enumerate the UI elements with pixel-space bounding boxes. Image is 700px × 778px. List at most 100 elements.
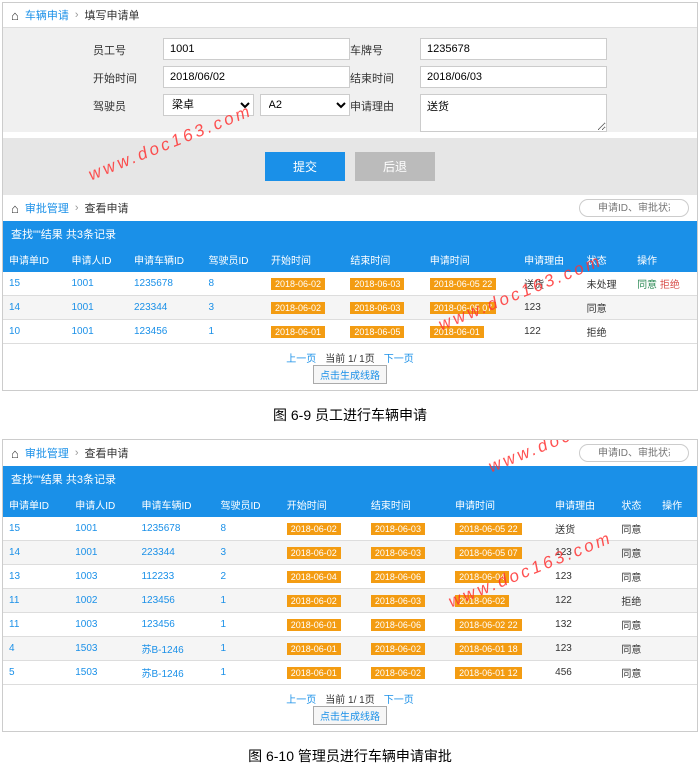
vehicle-link[interactable]: 123456 bbox=[134, 326, 167, 337]
search-input-2[interactable] bbox=[579, 444, 689, 462]
reason-cell: 123 bbox=[549, 541, 615, 565]
chevron-right-icon: › bbox=[75, 447, 79, 459]
apply-id-link[interactable]: 5 bbox=[9, 667, 15, 678]
vehicle-link[interactable]: 123456 bbox=[142, 595, 175, 606]
start-time-badge: 2018-06-02 bbox=[271, 278, 325, 290]
submit-button[interactable]: 提交 bbox=[265, 152, 345, 181]
bc-approve-mgmt-2[interactable]: 审批管理 bbox=[25, 445, 69, 461]
apply-id-link[interactable]: 15 bbox=[9, 523, 20, 534]
vehicle-link[interactable]: 123456 bbox=[142, 619, 175, 630]
vehicle-link[interactable]: 1235678 bbox=[134, 278, 173, 289]
driver-link[interactable]: 3 bbox=[221, 547, 227, 558]
applicant-link[interactable]: 1503 bbox=[75, 643, 97, 654]
start-date-field[interactable] bbox=[163, 66, 350, 88]
next-page[interactable]: 下一页 bbox=[384, 350, 414, 365]
apply-id-link[interactable]: 11 bbox=[9, 619, 19, 630]
col-header: 操作 bbox=[631, 247, 697, 272]
col-header: 操作 bbox=[656, 492, 697, 517]
label-driver: 驾驶员 bbox=[93, 94, 163, 114]
driver-link[interactable]: 3 bbox=[208, 302, 214, 313]
back-button[interactable]: 后退 bbox=[355, 152, 435, 181]
apply-id-link[interactable]: 4 bbox=[9, 643, 15, 654]
reason-cell: 送货 bbox=[518, 272, 580, 296]
applicant-link[interactable]: 1001 bbox=[71, 278, 93, 289]
status-cell: 拒绝 bbox=[581, 320, 631, 344]
reason-cell: 123 bbox=[518, 296, 580, 320]
start-time-badge: 2018-06-02 bbox=[271, 302, 325, 314]
end-time-badge: 2018-06-06 bbox=[371, 571, 425, 583]
breadcrumb: ⌂ 车辆申请 › 填写申请单 bbox=[3, 3, 697, 28]
apply-id-link[interactable]: 10 bbox=[9, 326, 20, 337]
apply-id-link[interactable]: 14 bbox=[9, 547, 20, 558]
label-start: 开始时间 bbox=[93, 66, 163, 86]
vehicle-link[interactable]: 1235678 bbox=[142, 523, 181, 534]
bc-vehicle-apply[interactable]: 车辆申请 bbox=[25, 7, 69, 23]
status-cell: 同意 bbox=[615, 541, 656, 565]
prev-page-2[interactable]: 上一页 bbox=[286, 691, 316, 706]
applicant-link[interactable]: 1001 bbox=[75, 547, 97, 558]
applicant-link[interactable]: 1003 bbox=[75, 619, 97, 630]
agree-link[interactable]: 同意 bbox=[637, 280, 657, 291]
table-row: 14100122334432018-06-022018-06-032018-06… bbox=[3, 296, 697, 320]
vehicle-link[interactable]: 223344 bbox=[142, 547, 175, 558]
apply-id-link[interactable]: 13 bbox=[9, 571, 20, 582]
applicant-link[interactable]: 1001 bbox=[71, 326, 93, 337]
driver-link[interactable]: 1 bbox=[221, 595, 227, 606]
applicant-link[interactable]: 1002 bbox=[75, 595, 97, 606]
applicant-link[interactable]: 1001 bbox=[71, 302, 93, 313]
gen-route-button[interactable]: 点击生成线路 bbox=[313, 365, 387, 384]
plate-field[interactable] bbox=[420, 38, 607, 60]
applicant-link[interactable]: 1503 bbox=[75, 667, 97, 678]
pager-2: 上一页 当前 1/ 1页 下一页 点击生成线路 bbox=[3, 685, 697, 731]
breadcrumb-approve-2: ⌂ 审批管理 › 查看申请 bbox=[3, 440, 697, 466]
chevron-right-icon: › bbox=[75, 9, 79, 21]
apply-id-link[interactable]: 11 bbox=[9, 595, 19, 606]
start-time-badge: 2018-06-02 bbox=[287, 523, 341, 535]
vehicle-link[interactable]: 苏B-1246 bbox=[142, 645, 184, 656]
home-icon[interactable]: ⌂ bbox=[11, 201, 19, 216]
reject-link[interactable]: 拒绝 bbox=[660, 280, 680, 291]
driver-link[interactable]: 1 bbox=[221, 643, 227, 654]
end-date-field[interactable] bbox=[420, 66, 607, 88]
table-row: 11100212345612018-06-022018-06-032018-06… bbox=[3, 589, 697, 613]
table-row: 10100112345612018-06-012018-06-052018-06… bbox=[3, 320, 697, 344]
driver-link[interactable]: 2 bbox=[221, 571, 227, 582]
driver-link[interactable]: 8 bbox=[221, 523, 227, 534]
driver-link[interactable]: 1 bbox=[221, 667, 227, 678]
apply-time-badge: 2018-06-05 22 bbox=[430, 278, 497, 290]
bc-view-apply: 查看申请 bbox=[85, 200, 129, 216]
table-row: 11100312345612018-06-012018-06-062018-06… bbox=[3, 613, 697, 637]
driver-name-select[interactable]: 梁卓 bbox=[163, 94, 254, 116]
apply-time-badge: 2018-06-05 07 bbox=[430, 302, 497, 314]
prev-page[interactable]: 上一页 bbox=[286, 350, 316, 365]
apply-id-link[interactable]: 15 bbox=[9, 278, 20, 289]
vehicle-link[interactable]: 112233 bbox=[142, 571, 175, 582]
next-page-2[interactable]: 下一页 bbox=[384, 691, 414, 706]
end-time-badge: 2018-06-03 bbox=[350, 278, 404, 290]
end-time-badge: 2018-06-02 bbox=[371, 643, 425, 655]
applicant-link[interactable]: 1003 bbox=[75, 571, 97, 582]
driver-link[interactable]: 1 bbox=[208, 326, 214, 337]
col-header: 申请时间 bbox=[424, 247, 518, 272]
bc-approve-mgmt[interactable]: 审批管理 bbox=[25, 200, 69, 216]
home-icon[interactable]: ⌂ bbox=[11, 446, 19, 461]
vehicle-link[interactable]: 223344 bbox=[134, 302, 167, 313]
search-input[interactable] bbox=[579, 199, 689, 217]
driver-link[interactable]: 1 bbox=[221, 619, 227, 630]
apply-id-link[interactable]: 14 bbox=[9, 302, 20, 313]
emp-field[interactable] bbox=[163, 38, 350, 60]
start-time-badge: 2018-06-01 bbox=[271, 326, 325, 338]
driver-license-select[interactable]: A2 bbox=[260, 94, 351, 116]
vehicle-link[interactable]: 苏B-1246 bbox=[142, 669, 184, 680]
applicant-link[interactable]: 1001 bbox=[75, 523, 97, 534]
driver-link[interactable]: 8 bbox=[208, 278, 214, 289]
reason-field[interactable]: 送货 bbox=[420, 94, 607, 132]
bc-view-apply-2: 查看申请 bbox=[85, 445, 129, 461]
home-icon[interactable]: ⌂ bbox=[11, 8, 19, 23]
apply-time-badge: 2018-06-05 22 bbox=[455, 523, 522, 535]
figure-caption-2: 图 6-10 管理员进行车辆申请审批 bbox=[0, 734, 700, 778]
search-box bbox=[579, 199, 689, 217]
status-cell: 未处理 bbox=[581, 272, 631, 296]
gen-route-button-2[interactable]: 点击生成线路 bbox=[313, 706, 387, 725]
page-current: 当前 1/ 1页 bbox=[325, 350, 374, 365]
